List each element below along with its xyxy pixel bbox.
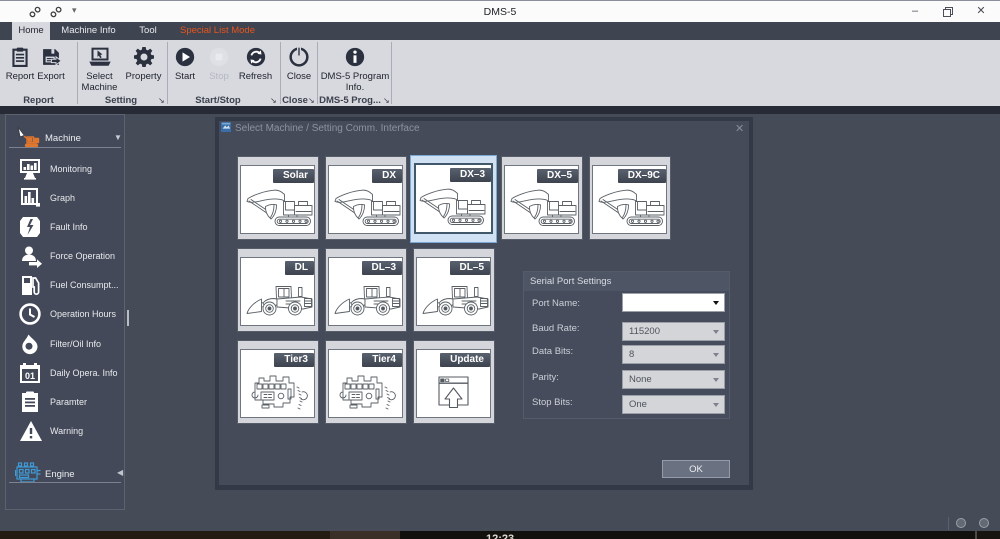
svg-text:01: 01: [25, 371, 35, 381]
